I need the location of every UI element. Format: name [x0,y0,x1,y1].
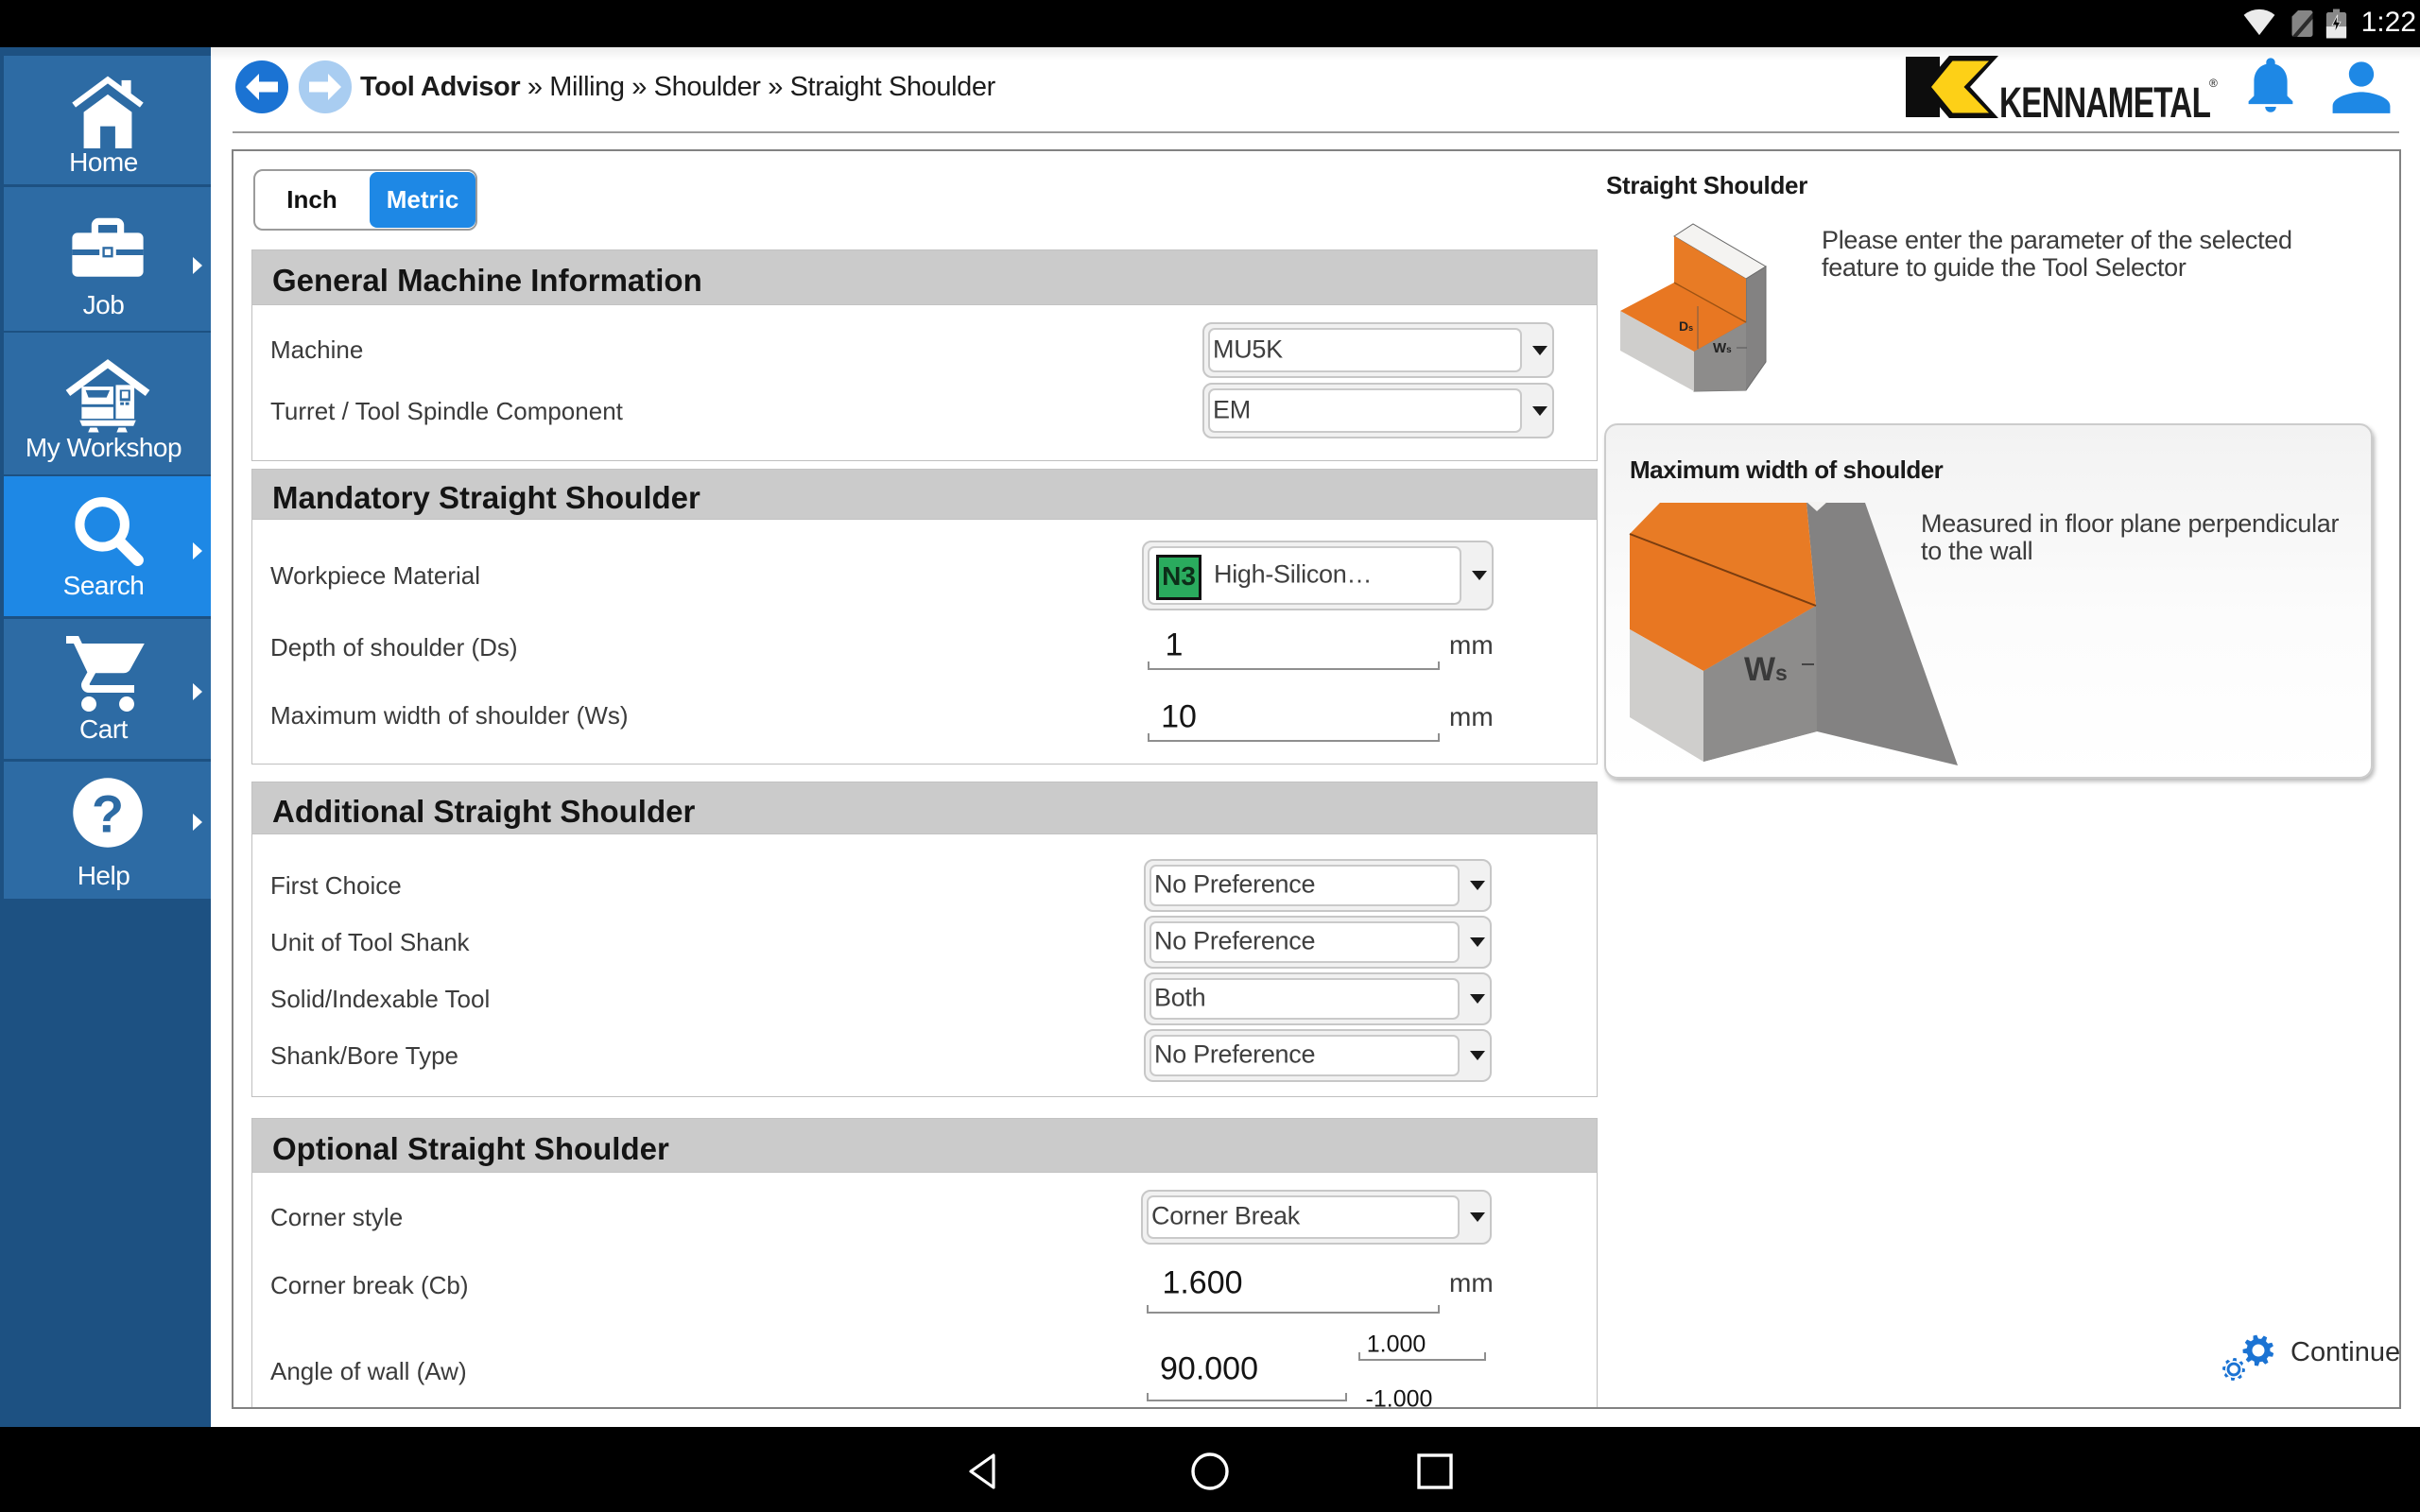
svg-text:®: ® [2209,77,2218,90]
svg-text:?: ? [92,783,124,843]
svg-text:KENNAMETAL: KENNAMETAL [1999,80,2210,127]
